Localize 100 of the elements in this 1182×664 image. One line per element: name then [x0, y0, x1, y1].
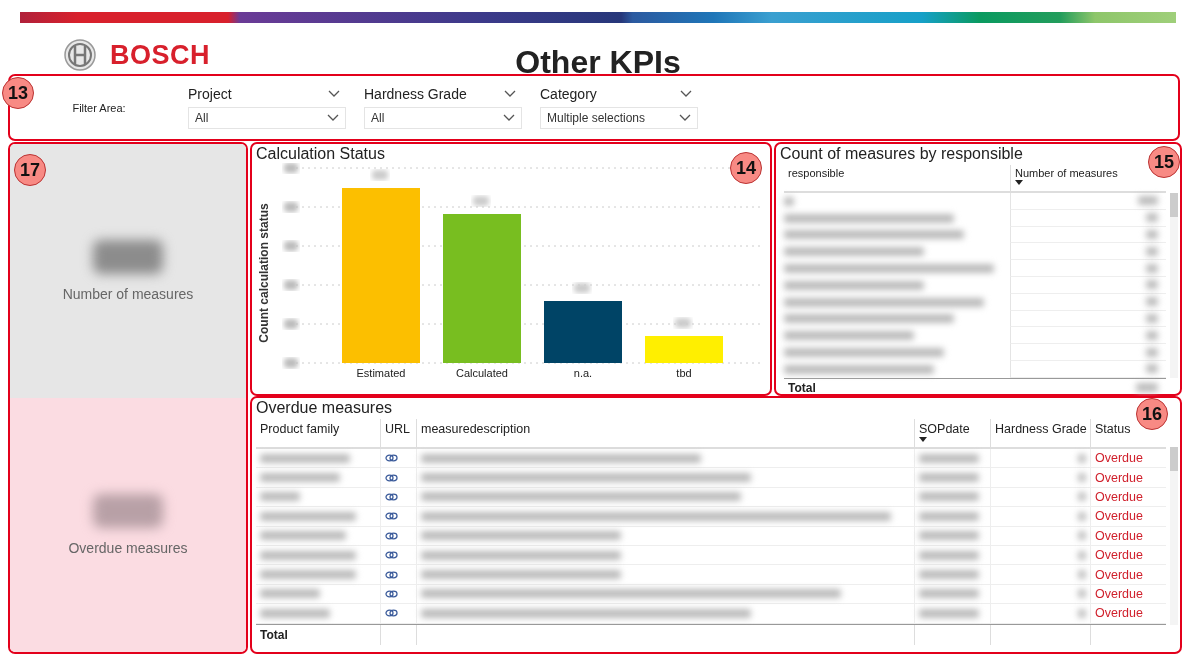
category-label: tbd [676, 367, 692, 379]
status-text: Overdue [1095, 470, 1143, 485]
blurred-data-label [372, 170, 388, 180]
blurred-value [93, 240, 163, 274]
blurred-data-label [574, 283, 590, 293]
column-header-label: Hardness Grade [995, 422, 1086, 436]
column-header[interactable]: measuredescription [416, 419, 914, 447]
column-header[interactable]: Hardness Grade [990, 419, 1090, 447]
chevron-down-icon [680, 90, 692, 98]
dropdown[interactable]: All [364, 107, 522, 129]
link-icon[interactable] [385, 512, 398, 521]
blurred-tick-label [284, 280, 298, 290]
filter-name: Category [540, 86, 597, 102]
callout-badge: 14 [730, 152, 762, 184]
filter-header[interactable]: Project [188, 86, 346, 102]
logo-text: BOSCH [110, 39, 210, 71]
blurred-value [919, 608, 979, 618]
blurred-value [93, 494, 163, 528]
status-text: Overdue [1095, 509, 1143, 524]
column-header[interactable]: Product family [256, 419, 380, 447]
chevron-down-icon [327, 114, 339, 122]
page-title: Other KPIs [514, 44, 681, 80]
column-header[interactable]: Number of measures [1010, 165, 1122, 191]
status-text: Overdue [1095, 548, 1143, 563]
blurred-tick-label [284, 358, 298, 368]
link-icon[interactable] [385, 492, 398, 501]
blurred-value [1146, 230, 1158, 239]
link-icon[interactable] [385, 454, 398, 463]
link-icon[interactable] [385, 473, 398, 482]
logo-icon [64, 39, 96, 71]
blurred-value [1146, 280, 1158, 290]
chevron-down-icon [328, 90, 340, 98]
table-title: Overdue measures [256, 399, 393, 417]
kpi-label: Number of measures [62, 286, 194, 302]
blurred-value [919, 589, 979, 599]
column-header-label: Status [1095, 422, 1132, 436]
column-header-label: responsible [788, 167, 845, 179]
column-header-label: measuredescription [421, 422, 532, 436]
chart-title: Calculation Status [256, 145, 385, 163]
column-header[interactable]: SOPdate [914, 419, 990, 447]
callout-badge: 13 [2, 77, 34, 109]
column-header[interactable]: Status [1090, 419, 1166, 447]
blurred-value [1146, 347, 1158, 357]
blurred-value [1146, 213, 1158, 223]
dropdown[interactable]: Multiple selections [540, 107, 698, 129]
blurred-data-label [675, 318, 691, 328]
chevron-down-icon [504, 90, 516, 98]
total-label: Total [787, 380, 817, 395]
scrollbar[interactable] [1170, 447, 1178, 625]
status-text: Overdue [1095, 489, 1143, 504]
blurred-value [1136, 383, 1158, 393]
link-icon[interactable] [385, 531, 398, 540]
blurred-tick-label [284, 163, 298, 173]
chevron-down-icon [503, 114, 515, 122]
link-icon[interactable] [385, 609, 398, 618]
blurred-tick-label [284, 241, 298, 251]
blurred-value [1146, 330, 1158, 340]
blurred-value [1138, 196, 1158, 206]
column-header[interactable]: responsible [784, 165, 849, 191]
filter-header[interactable]: Category [540, 86, 698, 102]
category-label: Estimated [356, 367, 406, 379]
filter-name: Hardness Grade [364, 86, 467, 102]
chevron-down-icon [679, 114, 691, 122]
status-text: Overdue [1095, 586, 1143, 601]
blurred-value [919, 492, 979, 502]
blurred-tick-label [284, 319, 298, 329]
dropdown[interactable]: All [188, 107, 346, 129]
blurred-value [919, 531, 979, 541]
status-text: Overdue [1095, 528, 1143, 543]
blurred-tick-label [284, 202, 298, 212]
filter-header[interactable]: Hardness Grade [364, 86, 522, 102]
column-header-label: URL [385, 422, 411, 436]
link-icon[interactable] [385, 589, 398, 598]
status-text: Overdue [1095, 606, 1143, 621]
column-header-label: Product family [260, 422, 341, 436]
kpi-label: Overdue measures [68, 540, 188, 556]
filter-name: Project [188, 86, 232, 102]
column-header-label: Number of measures [1015, 167, 1118, 179]
status-text: Overdue [1095, 567, 1143, 582]
blurred-value [919, 570, 979, 580]
category-label: n.a. [573, 367, 593, 379]
column-header[interactable]: URL [380, 419, 416, 447]
blurred-value [1146, 364, 1158, 374]
blurred-value [1146, 313, 1158, 323]
blurred-value [1146, 297, 1158, 307]
callout-badge: 15 [1148, 146, 1180, 178]
callout-badge: 16 [1136, 398, 1168, 430]
blurred-value [1146, 246, 1158, 256]
status-text: Overdue [1095, 451, 1143, 466]
scrollbar[interactable] [1170, 193, 1178, 378]
blurred-value [919, 453, 979, 463]
blurred-value [919, 473, 979, 483]
filter-label: Filter Area: [71, 101, 127, 114]
link-icon[interactable] [385, 570, 398, 579]
table-title: Count of measures by responsible [780, 145, 1023, 163]
blurred-value [919, 550, 979, 560]
blurred-value [260, 492, 300, 502]
blurred-value [260, 589, 320, 599]
column-header-label: SOPdate [919, 422, 971, 436]
link-icon[interactable] [385, 551, 398, 560]
